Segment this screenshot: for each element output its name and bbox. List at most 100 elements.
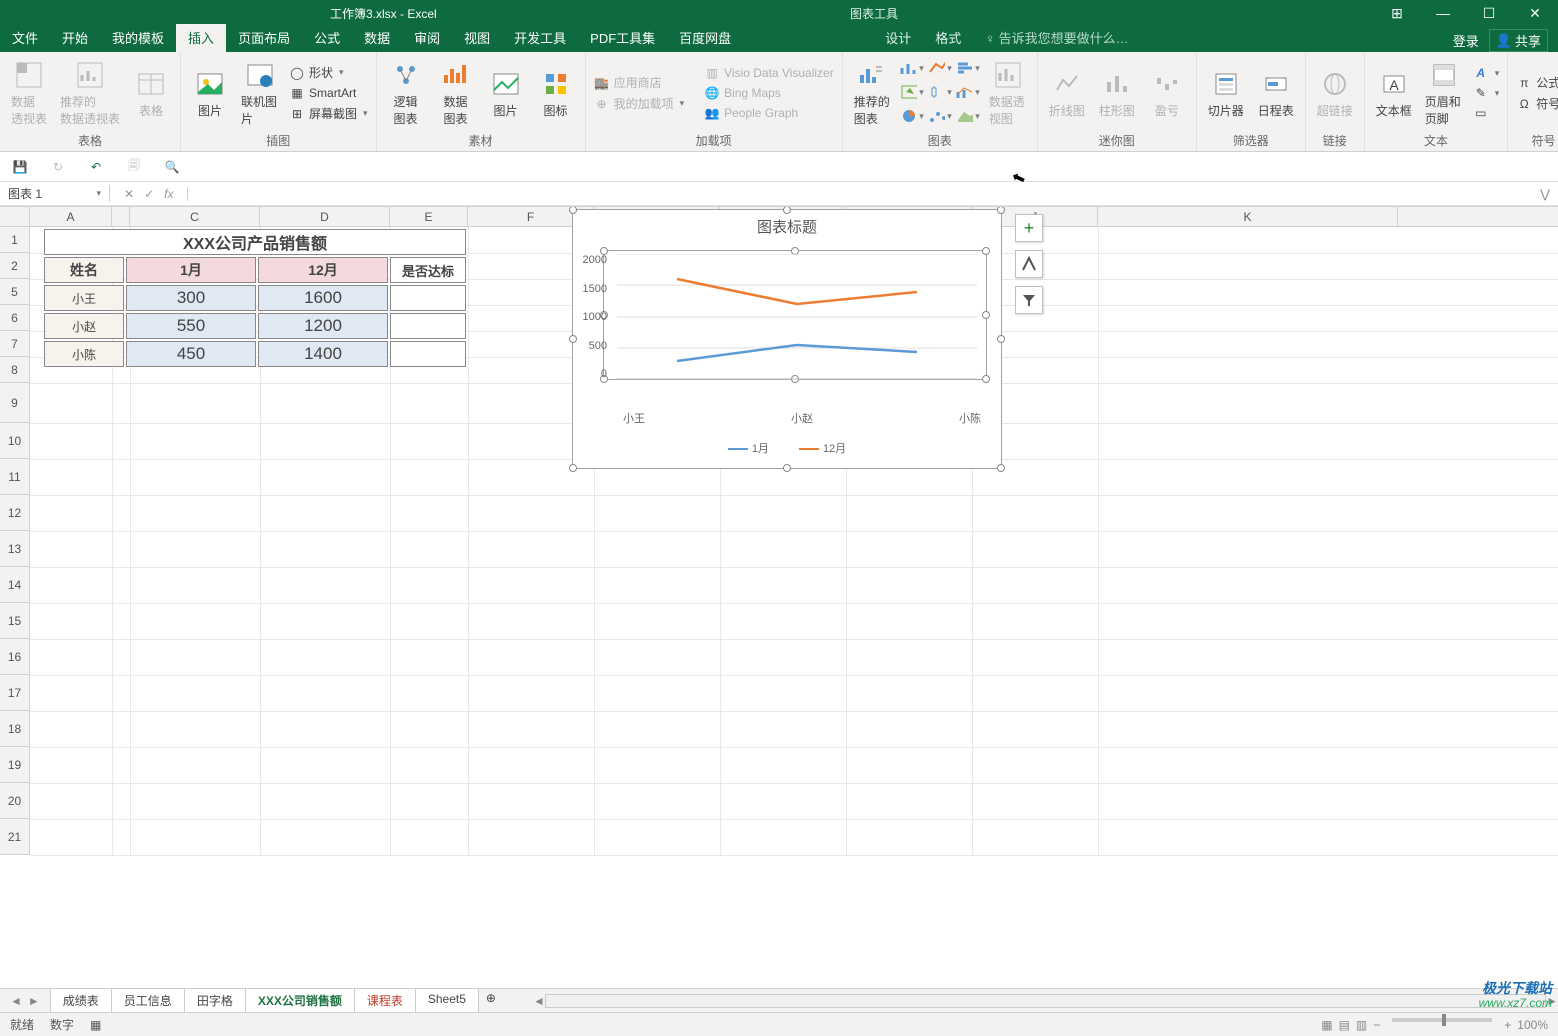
zoom-out-button[interactable]: − — [1373, 1018, 1380, 1032]
wordart-button[interactable]: A — [1471, 64, 1502, 82]
combo-chart-button[interactable] — [955, 82, 981, 102]
row-header[interactable]: 21 — [0, 819, 30, 855]
picture-material-button[interactable]: 图片 — [483, 66, 529, 121]
close-button[interactable]: ✕ — [1512, 0, 1558, 26]
row-header[interactable]: 6 — [0, 305, 30, 331]
row-header[interactable]: 10 — [0, 423, 30, 459]
visio-addin-button[interactable]: ▥Visio Data Visualizer — [702, 64, 836, 82]
tab-home[interactable]: 开始 — [50, 24, 100, 52]
col-header-d[interactable]: D — [260, 207, 390, 226]
sheet-tab[interactable]: 课程表 — [354, 988, 416, 1014]
horizontal-scrollbar[interactable]: ◄► — [533, 994, 1558, 1008]
bing-maps-button[interactable]: 🌐Bing Maps — [702, 84, 836, 102]
row-header[interactable]: 12 — [0, 495, 30, 531]
zoom-slider[interactable] — [1392, 1018, 1492, 1022]
print-preview-button[interactable]: 🔍 — [162, 157, 182, 177]
tab-templates[interactable]: 我的模板 — [100, 24, 176, 52]
smartart-button[interactable]: ▦SmartArt — [287, 84, 370, 102]
shapes-button[interactable]: ◯形状 — [287, 63, 370, 82]
tell-me-search[interactable]: ♀ 告诉我您想要做什么… — [973, 24, 1140, 52]
sheet-tab[interactable]: 田字格 — [184, 988, 246, 1014]
select-all-button[interactable] — [0, 207, 30, 226]
slicer-button[interactable]: 切片器 — [1203, 66, 1249, 121]
ribbon-display-options-button[interactable]: ⊞ — [1374, 0, 1420, 26]
zoom-level[interactable]: 100% — [1517, 1018, 1548, 1032]
table-button[interactable]: 表格 — [128, 66, 174, 121]
row-header[interactable]: 20 — [0, 783, 30, 819]
stat-chart-button[interactable] — [927, 82, 953, 102]
chart-elements-button[interactable]: + — [1015, 214, 1043, 242]
textbox-button[interactable]: A文本框 — [1371, 66, 1417, 121]
chart-object[interactable]: 图表标题 2000150010005000 — [572, 209, 1002, 469]
maximize-button[interactable]: ☐ — [1466, 0, 1512, 26]
row-header[interactable]: 13 — [0, 531, 30, 567]
header-footer-button[interactable]: 页眉和页脚 — [1421, 57, 1467, 129]
pie-chart-button[interactable] — [899, 106, 925, 126]
tab-pdf[interactable]: PDF工具集 — [578, 24, 667, 52]
chart-styles-button[interactable] — [1015, 250, 1043, 278]
tab-layout[interactable]: 页面布局 — [226, 24, 302, 52]
pivot-chart-button[interactable]: 数据透视图 — [985, 57, 1031, 129]
timeline-button[interactable]: 日程表 — [1253, 66, 1299, 121]
sheet-tab[interactable]: 员工信息 — [111, 988, 185, 1014]
macro-record-icon[interactable]: ▦ — [90, 1018, 101, 1032]
chart-filters-button[interactable] — [1015, 286, 1043, 314]
series-dec[interactable] — [677, 279, 917, 304]
page-layout-view-button[interactable]: ▤ — [1339, 1018, 1350, 1032]
row-header[interactable]: 18 — [0, 711, 30, 747]
chart-legend[interactable]: 1月 12月 — [573, 440, 1001, 456]
row-header[interactable]: 8 — [0, 357, 30, 383]
redo-button[interactable]: ↻ — [48, 157, 68, 177]
sheet-tab[interactable]: 成绩表 — [50, 988, 112, 1014]
tab-review[interactable]: 审阅 — [402, 24, 452, 52]
col-header-e[interactable]: E — [390, 207, 468, 226]
row-header[interactable]: 5 — [0, 279, 30, 305]
sheet-tab-active[interactable]: XXX公司销售额 — [245, 988, 355, 1014]
col-header-c[interactable]: C — [130, 207, 260, 226]
line-chart-button[interactable] — [927, 58, 953, 78]
store-button[interactable]: 🏬应用商店 — [592, 73, 687, 92]
share-button[interactable]: 👤 共享 — [1489, 29, 1548, 52]
minimize-button[interactable]: — — [1420, 0, 1466, 26]
row-header[interactable]: 16 — [0, 639, 30, 675]
column-chart-button[interactable] — [899, 58, 925, 78]
data-chart-button[interactable]: 数据 图表 — [433, 57, 479, 129]
pictures-button[interactable]: 图片 — [187, 66, 233, 121]
row-header[interactable]: 14 — [0, 567, 30, 603]
object-button[interactable]: ▭ — [1471, 104, 1502, 122]
online-pictures-button[interactable]: 联机图片 — [237, 57, 283, 129]
spreadsheet-grid[interactable]: A C D E F G H I J K 1 2 5 6 7 8 9 10 11 … — [0, 206, 1558, 1032]
row-header[interactable]: 9 — [0, 383, 30, 423]
new-sheet-button[interactable]: ⊕ — [478, 988, 504, 1014]
screenshot-button[interactable]: ⊞屏幕截图 — [287, 104, 370, 123]
equation-button[interactable]: π公式 — [1514, 73, 1558, 92]
sheet-nav-prev[interactable]: ◄ — [10, 994, 22, 1008]
row-header[interactable]: 1 — [0, 227, 30, 253]
surface-chart-button[interactable] — [955, 106, 981, 126]
sparkline-column-button[interactable]: 柱形图 — [1094, 66, 1140, 121]
sheet-tab[interactable]: Sheet5 — [415, 988, 479, 1014]
normal-view-button[interactable]: ▦ — [1321, 1018, 1332, 1032]
page-break-view-button[interactable]: ▥ — [1356, 1018, 1367, 1032]
save-button[interactable]: 💾 — [10, 157, 30, 177]
bar-chart-button[interactable] — [955, 58, 981, 78]
tab-data[interactable]: 数据 — [352, 24, 402, 52]
sparkline-winloss-button[interactable]: 盈亏 — [1144, 66, 1190, 121]
row-header[interactable]: 17 — [0, 675, 30, 711]
hyperlink-button[interactable]: 超链接 — [1312, 66, 1358, 121]
qat-item[interactable]: 🗐 — [124, 157, 144, 177]
sign-in-link[interactable]: 登录 — [1453, 31, 1479, 50]
recommended-charts-button[interactable]: 推荐的 图表 — [849, 57, 895, 129]
my-addins-button[interactable]: ⊕我的加载项 — [592, 94, 687, 113]
people-graph-button[interactable]: 👥People Graph — [702, 104, 836, 122]
logic-chart-button[interactable]: 逻辑 图表 — [383, 57, 429, 129]
fx-button[interactable]: fx — [164, 187, 173, 201]
sparkline-line-button[interactable]: 折线图 — [1044, 66, 1090, 121]
zoom-in-button[interactable]: + — [1504, 1018, 1511, 1032]
row-header[interactable]: 2 — [0, 253, 30, 279]
pivot-table-button[interactable]: 数据 透视表 — [6, 57, 52, 129]
icon-material-button[interactable]: 图标 — [533, 66, 579, 121]
undo-button[interactable]: ↶ — [86, 157, 106, 177]
accept-formula-button[interactable]: ✓ — [144, 187, 154, 201]
tab-insert[interactable]: 插入 — [176, 24, 226, 52]
